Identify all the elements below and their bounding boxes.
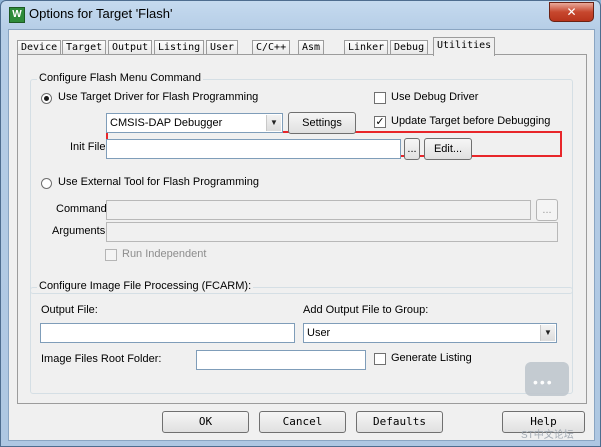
use-target-driver-label[interactable]: Use Target Driver for Flash Programming bbox=[58, 91, 258, 103]
output-group-select[interactable]: User ▼ bbox=[303, 323, 557, 343]
use-external-tool-radio[interactable] bbox=[41, 178, 52, 189]
tab-c-cpp[interactable]: C/C++ bbox=[252, 40, 291, 55]
settings-button[interactable]: Settings bbox=[288, 112, 356, 134]
arguments-field[interactable] bbox=[106, 222, 558, 242]
arguments-label: Arguments: bbox=[52, 225, 109, 237]
checkmark-icon: ✓ bbox=[375, 116, 385, 128]
tab-linker[interactable]: Linker bbox=[344, 40, 389, 55]
flash-driver-select[interactable]: CMSIS-DAP Debugger ▼ bbox=[106, 113, 283, 133]
command-label: Command: bbox=[56, 203, 110, 215]
update-target-label[interactable]: Update Target before Debugging bbox=[391, 115, 550, 127]
use-external-tool-label[interactable]: Use External Tool for Flash Programming bbox=[58, 176, 259, 188]
cancel-button[interactable]: Cancel bbox=[259, 411, 346, 433]
defaults-button[interactable]: Defaults bbox=[356, 411, 443, 433]
output-group-value: User bbox=[307, 327, 331, 339]
generate-listing-checkbox[interactable] bbox=[374, 353, 386, 365]
tab-output[interactable]: Output bbox=[108, 40, 153, 55]
update-target-checkbox[interactable]: ✓ bbox=[374, 116, 386, 128]
use-target-driver-radio[interactable] bbox=[41, 93, 52, 104]
output-file-label: Output File: bbox=[41, 304, 98, 316]
tab-device[interactable]: Device bbox=[17, 40, 62, 55]
close-button[interactable]: ✕ bbox=[549, 2, 594, 22]
image-processing-legend: Configure Image File Processing (FCARM): bbox=[37, 280, 254, 292]
options-dialog: W Options for Target 'Flash' ✕ Device Ta… bbox=[0, 0, 601, 447]
run-independent-label[interactable]: Run Independent bbox=[122, 248, 206, 260]
tab-user[interactable]: User bbox=[206, 40, 239, 55]
chat-bubble-icon: ••• bbox=[525, 362, 569, 396]
use-debug-driver-label[interactable]: Use Debug Driver bbox=[391, 91, 478, 103]
tab-target[interactable]: Target bbox=[62, 40, 107, 55]
root-folder-field[interactable] bbox=[196, 350, 366, 370]
window-title: Options for Target 'Flash' bbox=[29, 6, 173, 21]
output-file-field[interactable] bbox=[40, 323, 295, 343]
chevron-down-icon[interactable]: ▼ bbox=[266, 115, 281, 131]
root-folder-label: Image Files Root Folder: bbox=[41, 353, 162, 365]
flash-driver-value: CMSIS-DAP Debugger bbox=[110, 117, 223, 129]
app-icon: W bbox=[9, 7, 25, 23]
utilities-panel: Configure Flash Menu Command Use Target … bbox=[17, 54, 587, 404]
flash-menu-legend: Configure Flash Menu Command bbox=[37, 72, 204, 84]
run-independent-checkbox[interactable] bbox=[105, 249, 117, 261]
edit-button[interactable]: Edit... bbox=[424, 138, 472, 160]
dialog-client-area: Device Target Output Listing User C/C++ … bbox=[8, 29, 595, 441]
watermark-text: ST中文论坛 bbox=[521, 430, 574, 441]
add-to-group-label: Add Output File to Group: bbox=[303, 304, 429, 316]
init-file-field[interactable] bbox=[106, 139, 401, 159]
chevron-down-icon[interactable]: ▼ bbox=[540, 325, 555, 341]
tab-listing[interactable]: Listing bbox=[154, 40, 205, 55]
command-field[interactable] bbox=[106, 200, 531, 220]
generate-listing-label[interactable]: Generate Listing bbox=[391, 352, 472, 364]
tab-utilities[interactable]: Utilities bbox=[433, 37, 496, 56]
forum-watermark: ••• ST中文论坛 bbox=[521, 362, 591, 442]
init-file-label: Init File: bbox=[70, 141, 109, 153]
command-browse-button[interactable]: ... bbox=[536, 199, 558, 221]
use-debug-driver-checkbox[interactable] bbox=[374, 92, 386, 104]
init-file-browse-button[interactable]: ... bbox=[404, 138, 420, 160]
close-icon: ✕ bbox=[566, 5, 577, 19]
tab-asm[interactable]: Asm bbox=[298, 40, 325, 55]
ok-button[interactable]: OK bbox=[162, 411, 249, 433]
tab-debug[interactable]: Debug bbox=[390, 40, 429, 55]
title-bar[interactable]: W Options for Target 'Flash' ✕ bbox=[1, 1, 600, 28]
